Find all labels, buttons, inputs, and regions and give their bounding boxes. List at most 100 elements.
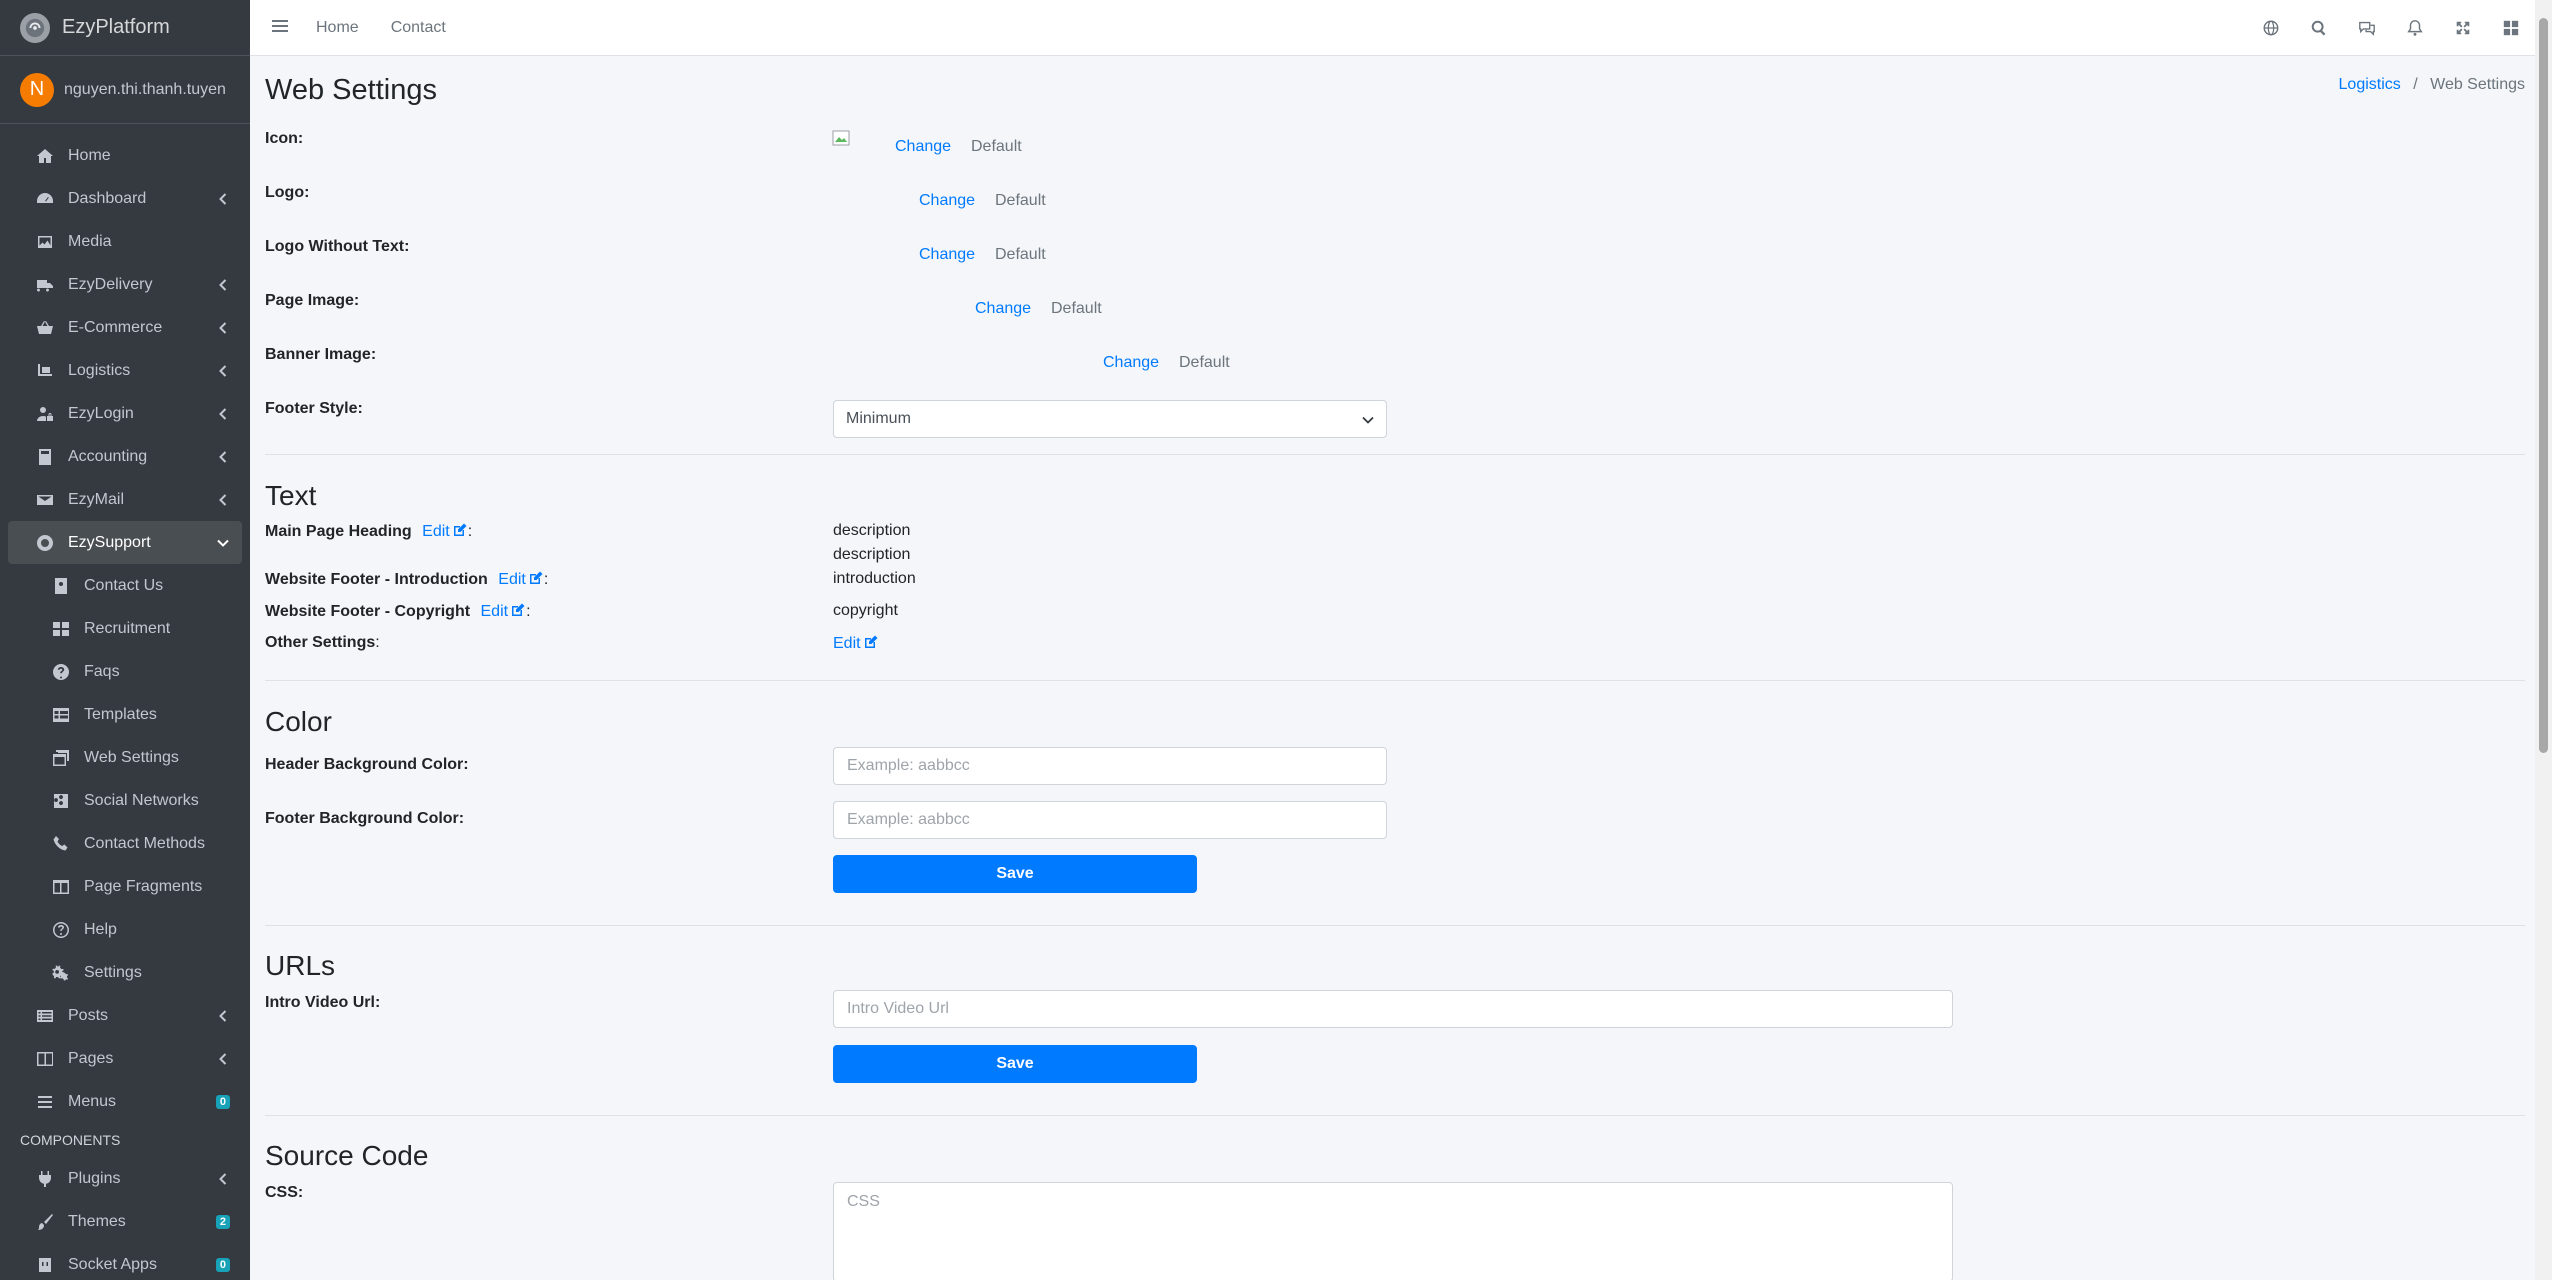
other-settings-edit-link[interactable]: Edit bbox=[833, 634, 879, 653]
css-textarea[interactable] bbox=[833, 1182, 1953, 1280]
sidebar-item-posts[interactable]: Posts bbox=[8, 994, 242, 1037]
sidebar-item-pages[interactable]: Pages bbox=[8, 1037, 242, 1080]
bell-icon[interactable] bbox=[2391, 19, 2439, 37]
sidebar-item-social-networks[interactable]: Social Networks bbox=[8, 779, 242, 822]
color-section-title: Color bbox=[265, 706, 332, 737]
sidebar-item-ezymail[interactable]: EzyMail bbox=[8, 478, 242, 521]
sidebar-item-help[interactable]: Help bbox=[8, 908, 242, 951]
sidebar-item-label: Settings bbox=[84, 963, 142, 981]
sidebar-item-settings[interactable]: Settings bbox=[8, 951, 242, 994]
sidebar-item-faqs[interactable]: Faqs bbox=[8, 650, 242, 693]
sidebar-item-label: Contact Methods bbox=[84, 834, 205, 852]
top-link-home[interactable]: Home bbox=[316, 19, 359, 37]
sidebar-item-ezydelivery[interactable]: EzyDelivery bbox=[8, 263, 242, 306]
sidebar-item-dashboard[interactable]: Dashboard bbox=[8, 177, 242, 220]
main-heading-edit-link[interactable]: Edit bbox=[422, 523, 468, 540]
page-image-default-link[interactable]: Default bbox=[1051, 300, 1102, 318]
image-icon bbox=[34, 231, 56, 253]
sidebar-item-logistics[interactable]: Logistics bbox=[8, 349, 242, 392]
colon: : bbox=[375, 634, 380, 651]
other-settings-row: Other Settings: bbox=[265, 634, 380, 652]
sidebar-item-page-fragments[interactable]: Page Fragments bbox=[8, 865, 242, 908]
page-image-label: Page Image: bbox=[265, 292, 360, 309]
logo-default-link[interactable]: Default bbox=[995, 192, 1046, 210]
css-label: CSS: bbox=[265, 1184, 304, 1201]
sidebar-item-contact-us[interactable]: Contact Us bbox=[8, 564, 242, 607]
sidebar-item-label: Media bbox=[68, 232, 112, 250]
sidebar-item-templates[interactable]: Templates bbox=[8, 693, 242, 736]
topbar: Home Contact bbox=[250, 0, 2535, 56]
banner-image-default-link[interactable]: Default bbox=[1179, 354, 1230, 372]
chevron-left-icon bbox=[216, 1009, 230, 1023]
footer-intro-edit-link[interactable]: Edit bbox=[498, 571, 544, 588]
footer-style-value: Minimum bbox=[846, 410, 911, 427]
sidebar-item-menus[interactable]: Menus 0 bbox=[8, 1080, 242, 1123]
apps-icon[interactable] bbox=[2487, 19, 2535, 37]
sidebar-item-socket-apps[interactable]: Socket Apps 0 bbox=[8, 1243, 242, 1280]
sidebar-item-label: Social Networks bbox=[84, 791, 199, 809]
sidebar-item-label: EzyMail bbox=[68, 490, 125, 508]
scrollbar-thumb[interactable] bbox=[2539, 18, 2548, 753]
colon: : bbox=[526, 603, 531, 620]
breadcrumb: Logistics / Web Settings bbox=[2339, 76, 2525, 94]
logo-without-text-change-link[interactable]: Change bbox=[919, 246, 975, 264]
page-image-change-link[interactable]: Change bbox=[975, 300, 1031, 318]
brand-logo-icon bbox=[20, 12, 50, 43]
sidebar-item-plugins[interactable]: Plugins bbox=[8, 1157, 242, 1200]
colon: : bbox=[543, 571, 549, 588]
chevron-down-icon bbox=[1362, 413, 1374, 425]
logo-without-text-default-link[interactable]: Default bbox=[995, 246, 1046, 264]
question-icon bbox=[50, 661, 72, 683]
footer-style-select[interactable]: Minimum bbox=[833, 400, 1387, 438]
color-save-button[interactable]: Save bbox=[833, 855, 1197, 893]
search-icon[interactable] bbox=[2295, 19, 2343, 37]
brand[interactable]: EzyPlatform bbox=[0, 0, 250, 56]
brand-name: EzyPlatform bbox=[62, 16, 170, 38]
sidebar-item-home[interactable]: Home bbox=[8, 134, 242, 177]
icon-change-link[interactable]: Change bbox=[895, 138, 951, 156]
top-link-contact[interactable]: Contact bbox=[391, 19, 446, 37]
footer-intro-row: Website Footer - Introduction Edit: bbox=[265, 570, 548, 589]
chevron-left-icon bbox=[216, 192, 230, 206]
footer-bg-input[interactable] bbox=[833, 801, 1387, 839]
sidebar-item-themes[interactable]: Themes 2 bbox=[8, 1200, 242, 1243]
intro-video-input[interactable] bbox=[833, 990, 1953, 1028]
footer-copyright-edit-link[interactable]: Edit bbox=[481, 603, 527, 620]
user-panel[interactable]: N nguyen.thi.thanh.tuyen bbox=[0, 56, 250, 124]
phone-icon bbox=[50, 833, 72, 855]
sidebar-item-web-settings[interactable]: Web Settings bbox=[8, 736, 242, 779]
sidebar-item-media[interactable]: Media bbox=[8, 220, 242, 263]
globe-icon[interactable] bbox=[2247, 19, 2295, 37]
chevron-left-icon bbox=[216, 278, 230, 292]
columns-icon bbox=[50, 876, 72, 898]
count-badge: 0 bbox=[215, 1094, 230, 1109]
expand-icon[interactable] bbox=[2439, 19, 2487, 37]
sidebar-item-label: Accounting bbox=[68, 447, 148, 465]
header-bg-input[interactable] bbox=[833, 747, 1387, 785]
sidebar-item-ezylogin[interactable]: EzyLogin bbox=[8, 392, 242, 435]
sidebar-item-label: Socket Apps bbox=[68, 1255, 157, 1273]
sidebar-item-ezysupport[interactable]: EzySupport bbox=[8, 521, 242, 564]
cogs-icon bbox=[50, 962, 72, 984]
sidebar-item-e-commerce[interactable]: E-Commerce bbox=[8, 306, 242, 349]
breadcrumb-parent[interactable]: Logistics bbox=[2339, 76, 2401, 93]
sidebar-item-accounting[interactable]: Accounting bbox=[8, 435, 242, 478]
icon-default-link[interactable]: Default bbox=[971, 138, 1022, 156]
breadcrumb-separator: / bbox=[2413, 76, 2418, 93]
chevron-left-icon bbox=[216, 493, 230, 507]
text-section-title: Text bbox=[265, 480, 317, 511]
sidebar-item-contact-methods[interactable]: Contact Methods bbox=[8, 822, 242, 865]
banner-image-change-link[interactable]: Change bbox=[1103, 354, 1159, 372]
logo-without-text-label: Logo Without Text: bbox=[265, 238, 410, 255]
divider bbox=[265, 1115, 2525, 1116]
footer-copyright-label: Website Footer - Copyright bbox=[265, 603, 471, 620]
sidebar-item-recruitment[interactable]: Recruitment bbox=[8, 607, 242, 650]
logo-change-link[interactable]: Change bbox=[919, 192, 975, 210]
dashboard-icon bbox=[34, 188, 56, 210]
window-icon bbox=[50, 747, 72, 769]
urls-save-button[interactable]: Save bbox=[833, 1045, 1197, 1083]
page-scrollbar[interactable] bbox=[2535, 0, 2552, 1280]
hamburger-menu-icon[interactable] bbox=[270, 16, 294, 40]
count-badge: 0 bbox=[215, 1257, 230, 1272]
comments-icon[interactable] bbox=[2343, 19, 2391, 37]
